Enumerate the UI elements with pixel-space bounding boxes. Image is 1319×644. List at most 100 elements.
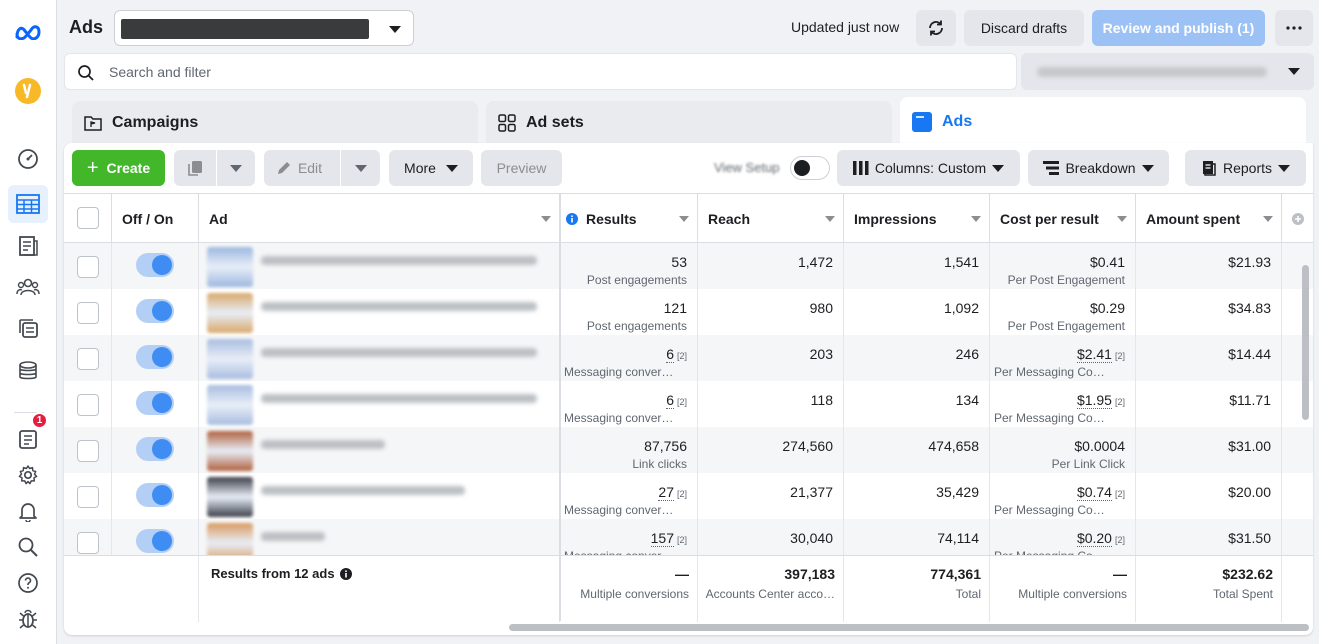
- date-range-selector[interactable]: [1021, 53, 1314, 90]
- table-row[interactable]: 6 [2] Messaging conver… 203 246 $2.41 [2] Per M…: [64, 335, 1313, 381]
- toggle-knob: [152, 255, 172, 275]
- row-impressions-cell: 134: [844, 381, 990, 427]
- row-checkbox[interactable]: [77, 532, 99, 554]
- create-button[interactable]: + Create: [72, 150, 165, 186]
- table-row[interactable]: 157[2]Messaging conver… 30,040 74,114 $0.20…: [64, 519, 1313, 555]
- reports-button[interactable]: Reports: [1185, 150, 1306, 186]
- audiences-icon[interactable]: [8, 268, 48, 306]
- ad-on-off-toggle[interactable]: [136, 253, 174, 277]
- row-cost-value[interactable]: $2.41 [2]: [1076, 346, 1125, 363]
- col-ad[interactable]: Ad: [199, 194, 560, 243]
- ad-thumbnail[interactable]: [207, 293, 253, 333]
- breakdown-button[interactable]: Breakdown: [1028, 150, 1169, 186]
- table-row[interactable]: 87,756 Link clicks 274,560 474,658 $0.0004 Pe…: [64, 427, 1313, 473]
- edit-button[interactable]: Edit: [264, 150, 340, 186]
- ads-manager-table-icon[interactable]: [8, 185, 48, 223]
- help-icon[interactable]: [8, 564, 48, 602]
- ad-thumbnail[interactable]: [207, 385, 253, 425]
- info-icon[interactable]: [566, 212, 578, 225]
- search-input[interactable]: [109, 62, 989, 82]
- creative-library-icon[interactable]: [8, 309, 48, 347]
- reports-icon[interactable]: [8, 227, 48, 265]
- bug-report-icon[interactable]: [8, 600, 48, 638]
- row-ad-cell: [199, 519, 560, 555]
- blurred-date-range: [1037, 67, 1267, 77]
- table-row[interactable]: 121 Post engagements 980 1,092 $0.29 Per Post…: [64, 289, 1313, 335]
- ad-on-off-toggle[interactable]: [136, 483, 174, 507]
- ad-thumbnail[interactable]: [207, 431, 253, 471]
- row-results-value[interactable]: 27 [2]: [658, 484, 687, 501]
- review-and-publish-button[interactable]: Review and publish (1): [1092, 10, 1265, 46]
- tab-ad-sets[interactable]: Ad sets: [486, 101, 892, 145]
- col-amount-spent[interactable]: Amount spent: [1136, 194, 1282, 243]
- edit-dropdown-button[interactable]: [341, 150, 380, 186]
- notifications-list-icon[interactable]: 1: [8, 412, 48, 458]
- blurred-ad-name[interactable]: [261, 348, 537, 357]
- row-checkbox[interactable]: [77, 486, 99, 508]
- tab-campaigns[interactable]: Campaigns: [72, 101, 478, 145]
- blurred-ad-name[interactable]: [261, 440, 385, 449]
- settings-gear-icon[interactable]: [8, 456, 48, 494]
- ad-thumbnail[interactable]: [207, 339, 253, 379]
- search-filter-bar[interactable]: [64, 53, 1017, 90]
- row-impressions-number: 74,114: [937, 530, 979, 546]
- duplicate-button[interactable]: [174, 150, 216, 186]
- ad-on-off-toggle[interactable]: [136, 345, 174, 369]
- ad-on-off-toggle[interactable]: [136, 437, 174, 461]
- preview-button[interactable]: Preview: [481, 150, 562, 186]
- row-checkbox[interactable]: [77, 394, 99, 416]
- columns-button[interactable]: Columns: Custom: [837, 150, 1020, 186]
- vertical-scrollbar[interactable]: [1302, 265, 1309, 420]
- ad-on-off-toggle[interactable]: [136, 299, 174, 323]
- blurred-ad-name[interactable]: [261, 256, 537, 265]
- col-reach[interactable]: Reach: [698, 194, 844, 243]
- ad-thumbnail[interactable]: [207, 477, 253, 517]
- col-off-on[interactable]: Off / On: [112, 194, 199, 243]
- add-column-button[interactable]: [1282, 194, 1313, 243]
- billing-icon[interactable]: [8, 352, 48, 390]
- ad-account-selector[interactable]: [114, 10, 414, 46]
- row-checkbox[interactable]: [77, 256, 99, 278]
- table-row[interactable]: 6 [2] Messaging conver… 118 134 $1.95 [2] Per M…: [64, 381, 1313, 427]
- blurred-ad-name[interactable]: [261, 486, 465, 495]
- col-cost-per-result[interactable]: Cost per result: [990, 194, 1136, 243]
- row-results-value[interactable]: 6 [2]: [666, 346, 687, 363]
- duplicate-dropdown-button[interactable]: [217, 150, 255, 186]
- row-cost-value[interactable]: $0.74 [2]: [1076, 484, 1125, 501]
- ad-on-off-toggle[interactable]: [136, 391, 174, 415]
- account-avatar-icon[interactable]: [8, 72, 48, 110]
- bell-icon[interactable]: [8, 492, 48, 530]
- row-results-value[interactable]: 157 [2]: [650, 530, 687, 547]
- row-checkbox[interactable]: [77, 440, 99, 462]
- row-checkbox[interactable]: [77, 302, 99, 324]
- row-cost-value: $0.41: [1090, 254, 1125, 270]
- search-icon[interactable]: [8, 528, 48, 566]
- select-all-checkbox[interactable]: [77, 207, 99, 229]
- info-icon[interactable]: [339, 567, 352, 580]
- table-row[interactable]: 27 [2] Messaging conver… 21,377 35,429 $0.74[…: [64, 473, 1313, 519]
- blurred-ad-name[interactable]: [261, 532, 325, 541]
- row-checkbox[interactable]: [77, 348, 99, 370]
- meta-logo-icon[interactable]: [8, 13, 48, 51]
- blurred-ad-name[interactable]: [261, 394, 537, 403]
- table-row[interactable]: 53 Post engagements 1,472 1,541 $0.41 Per Pos…: [64, 243, 1313, 289]
- row-impressions-cell: 74,114: [844, 519, 990, 555]
- ad-on-off-toggle[interactable]: [136, 529, 174, 553]
- row-cost-value[interactable]: $1.95 [2]: [1076, 392, 1125, 409]
- ad-thumbnail[interactable]: [207, 247, 253, 287]
- overview-dashboard-icon[interactable]: [8, 140, 48, 178]
- discard-drafts-button[interactable]: Discard drafts: [964, 10, 1084, 46]
- ad-thumbnail[interactable]: [207, 523, 253, 555]
- tab-ads[interactable]: Ads: [900, 97, 1306, 147]
- row-cost-value[interactable]: $0.20 [2]: [1076, 530, 1125, 547]
- col-impressions[interactable]: Impressions: [844, 194, 990, 243]
- summary-spent-sub: Total Spent: [1212, 587, 1273, 601]
- view-setup-toggle[interactable]: [790, 156, 830, 180]
- more-options-button[interactable]: [1275, 10, 1313, 46]
- more-dropdown-button[interactable]: More: [389, 150, 473, 186]
- blurred-ad-name[interactable]: [261, 302, 537, 311]
- col-results[interactable]: Results: [560, 194, 698, 243]
- refresh-button[interactable]: [916, 10, 956, 46]
- row-results-value[interactable]: 6 [2]: [666, 392, 687, 409]
- horizontal-scrollbar[interactable]: [509, 624, 1309, 631]
